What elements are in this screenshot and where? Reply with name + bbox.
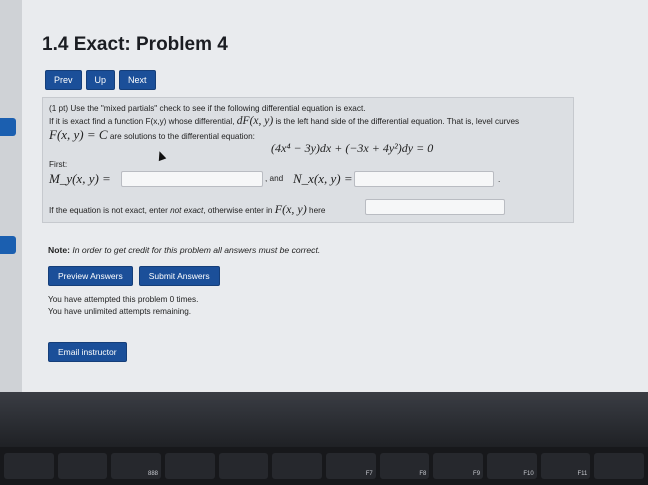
next-button[interactable]: Next xyxy=(119,70,156,90)
problem-box: (1 pt) Use the "mixed partials" check to… xyxy=(42,97,574,223)
key xyxy=(272,453,323,479)
sidebar-tab[interactable] xyxy=(0,236,16,254)
key: F7 xyxy=(326,453,376,479)
note: Note: In order to get credit for this pr… xyxy=(48,245,321,255)
problem-intro: (1 pt) Use the "mixed partials" check to… xyxy=(49,104,366,113)
nx-input[interactable] xyxy=(354,171,494,187)
my-input[interactable] xyxy=(121,171,263,187)
key: 888 xyxy=(111,453,162,479)
key xyxy=(4,453,54,479)
key: F8 xyxy=(379,453,430,479)
page-title: 1.4 Exact: Problem 4 xyxy=(42,34,228,55)
key xyxy=(218,453,269,479)
problem-instruction: If it is exact find a function F(x,y) wh… xyxy=(49,115,520,127)
browser-screen: 1.4 Exact: Problem 4 Prev Up Next (1 pt)… xyxy=(0,0,648,392)
nx-label: N_x(x, y) = xyxy=(293,171,353,186)
keyboard-row: 888 F7 F8 F9 F10 F11 xyxy=(0,447,648,485)
math-level-curve: F(x, y) = C xyxy=(49,127,108,142)
and-label: , and xyxy=(265,174,284,183)
answer-actions: Preview Answers Submit Answers xyxy=(48,266,220,286)
key: F9 xyxy=(433,453,484,479)
math-F: F(x, y) xyxy=(274,202,307,216)
trailing-period: . xyxy=(498,175,501,184)
my-label: M_y(x, y) = xyxy=(49,171,111,186)
preview-answers-button[interactable]: Preview Answers xyxy=(48,266,133,286)
up-button[interactable]: Up xyxy=(85,70,116,90)
key: F11 xyxy=(540,453,591,479)
exact-input[interactable] xyxy=(365,199,505,215)
remaining-text: You have unlimited attempts remaining. xyxy=(48,307,192,316)
key xyxy=(594,453,645,479)
laptop-bezel xyxy=(0,392,648,447)
prev-button[interactable]: Prev xyxy=(45,70,82,90)
first-label: First: xyxy=(49,160,68,169)
submit-answers-button[interactable]: Submit Answers xyxy=(138,266,220,286)
attempts-text: You have attempted this problem 0 times. xyxy=(48,295,199,304)
problem-level-curves: F(x, y) = C are solutions to the differe… xyxy=(49,127,255,142)
differential-equation: (4x⁴ − 3y)dx + (−3x + 4y²)dy = 0 xyxy=(271,141,434,155)
key: F10 xyxy=(487,453,537,479)
math-dF: dF(x, y) xyxy=(236,115,274,127)
exact-instruction: If the equation is not exact, enter not … xyxy=(49,202,326,216)
key xyxy=(165,453,215,479)
key xyxy=(57,453,108,479)
email-instructor-button[interactable]: Email instructor xyxy=(48,342,127,362)
problem-nav: Prev Up Next xyxy=(45,70,156,90)
sidebar-tab[interactable] xyxy=(0,118,16,136)
